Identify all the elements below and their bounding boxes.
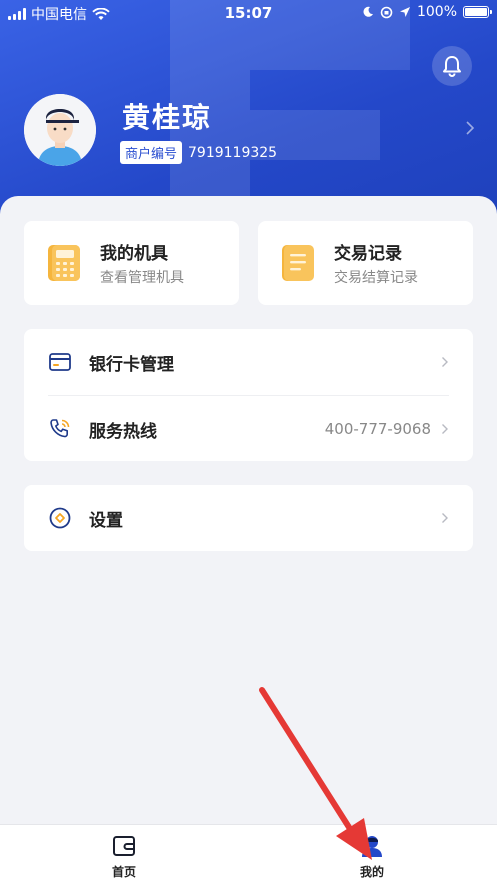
- service-hotline-label: 服务热线: [89, 421, 157, 442]
- avatar[interactable]: [24, 94, 96, 166]
- bank-card-label: 银行卡管理: [89, 354, 174, 375]
- bank-card-management-row[interactable]: 银行卡管理: [24, 329, 473, 395]
- battery-percent: 100%: [416, 4, 457, 20]
- phone-icon: [50, 419, 70, 438]
- battery-icon: [463, 6, 492, 18]
- tab-mine[interactable]: 我的: [312, 825, 432, 883]
- service-hotline-row[interactable]: 服务热线 400-777-9068: [24, 396, 473, 462]
- merchant-info: 商户编号 7919119325: [120, 141, 277, 164]
- document-icon: [282, 245, 314, 281]
- menu-group: 银行卡管理 服务热线 400-777-9068: [24, 329, 473, 461]
- transaction-records-card[interactable]: 交易记录 交易结算记录: [258, 221, 473, 305]
- transaction-records-subtitle: 交易结算记录: [334, 270, 418, 286]
- settings-row[interactable]: 设置: [24, 485, 473, 551]
- tab-home-label: 首页: [111, 865, 136, 879]
- chevron-right-icon: [442, 513, 448, 523]
- bell-icon: [443, 56, 461, 77]
- orientation-lock-icon: [380, 6, 393, 18]
- my-devices-card[interactable]: 我的机具 查看管理机具: [24, 221, 239, 305]
- bank-card-icon: [49, 353, 71, 371]
- location-icon: [399, 7, 410, 17]
- status-bar: 中国电信 15:07 100%: [0, 0, 497, 26]
- settings-label: 设置: [89, 510, 123, 531]
- tab-mine-label: 我的: [359, 865, 384, 879]
- notification-button[interactable]: [432, 46, 472, 86]
- chevron-right-icon: [442, 357, 448, 367]
- tab-home[interactable]: 首页: [64, 825, 184, 883]
- content-panel: 我的机具 查看管理机具 交易记录 交易结算记录 银行卡管理 服务热线 400-7…: [0, 196, 497, 824]
- service-hotline-number: 400-777-9068: [324, 420, 431, 438]
- pos-terminal-icon: [48, 245, 80, 281]
- my-devices-subtitle: 查看管理机具: [100, 270, 184, 286]
- settings-group: 设置: [24, 485, 473, 551]
- user-name: 黄桂琼: [122, 101, 213, 134]
- merchant-label: 商户编号: [120, 141, 183, 164]
- wallet-icon: [113, 836, 135, 856]
- moon-icon: [363, 6, 373, 17]
- bottom-tab-bar: 首页 我的: [0, 824, 497, 883]
- chevron-right-icon[interactable]: [465, 120, 475, 136]
- chevron-right-icon: [442, 424, 448, 434]
- transaction-records-title: 交易记录: [334, 244, 402, 264]
- settings-icon: [49, 507, 71, 529]
- my-devices-title: 我的机具: [100, 244, 168, 264]
- avatar-illustration: [24, 94, 96, 166]
- user-icon: [362, 836, 382, 857]
- merchant-number: 7919119325: [188, 144, 278, 161]
